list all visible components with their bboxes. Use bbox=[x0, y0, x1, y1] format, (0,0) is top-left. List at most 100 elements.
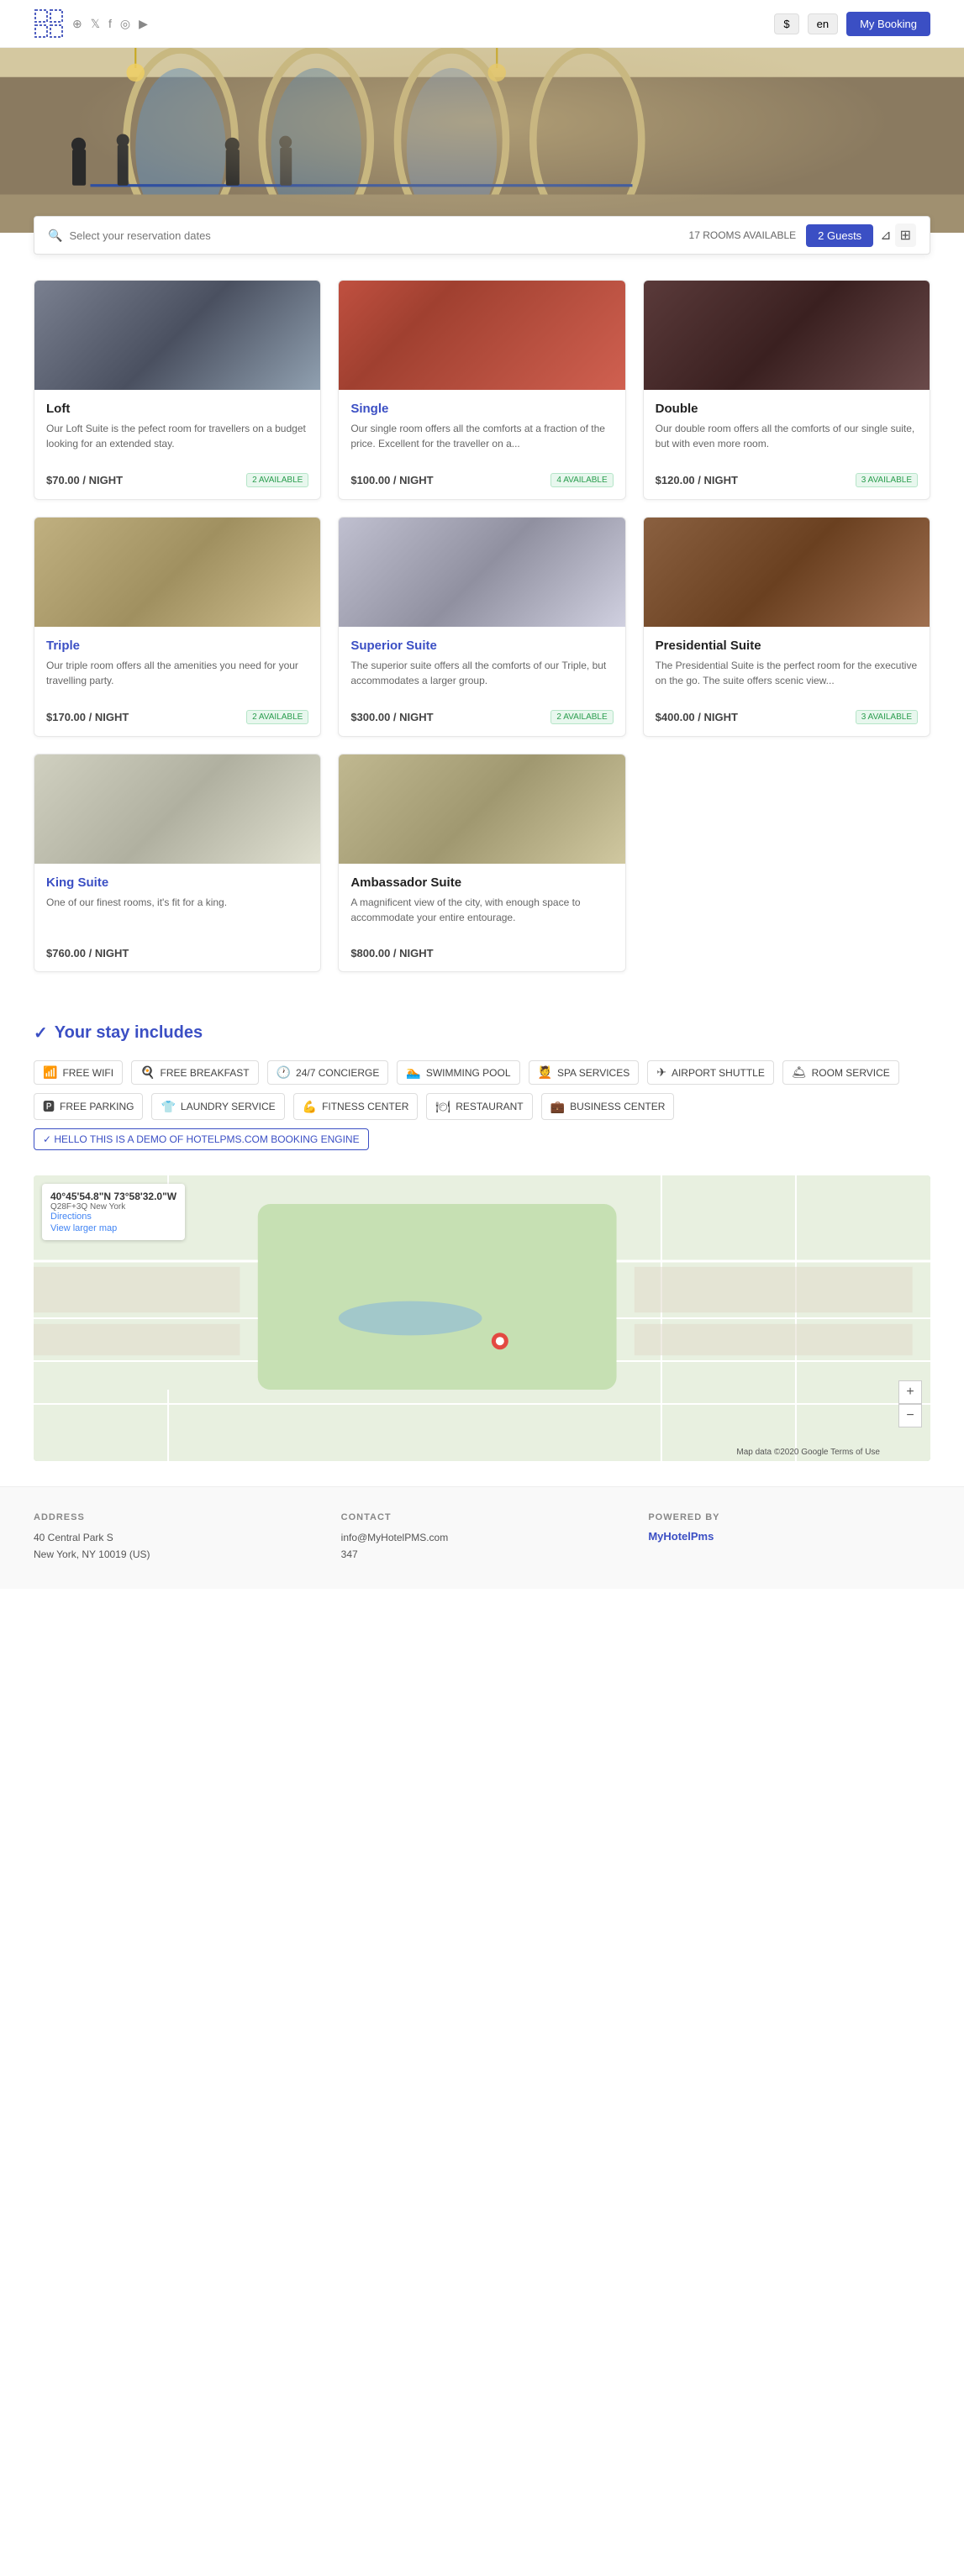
room-price-ambassador: $800.00 / NIGHT bbox=[350, 947, 433, 959]
grid-view-icon[interactable]: ⊞ bbox=[895, 223, 916, 247]
amenity-icon: 💼 bbox=[550, 1100, 565, 1114]
room-price-loft: $70.00 / NIGHT bbox=[46, 474, 123, 486]
room-footer-presidential: $400.00 / NIGHT3 AVAILABLE bbox=[656, 710, 918, 724]
amenity-tag-room-service: 🛎ROOM SERVICE bbox=[782, 1060, 899, 1085]
map-zoom-out[interactable]: − bbox=[898, 1404, 922, 1427]
map-directions-link[interactable]: Directions bbox=[50, 1212, 92, 1222]
rooms-available-count: 17 ROOMS AVAILABLE bbox=[689, 229, 797, 241]
room-card-king: King SuiteOne of our finest rooms, it's … bbox=[34, 754, 321, 972]
room-price-king: $760.00 / NIGHT bbox=[46, 947, 129, 959]
room-image-loft bbox=[34, 281, 320, 390]
footer-powered: POWERED BY MyHotelPms bbox=[648, 1512, 930, 1564]
room-footer-ambassador: $800.00 / NIGHT bbox=[350, 947, 613, 959]
amenity-label: SWIMMING POOL bbox=[426, 1067, 511, 1079]
stay-includes-title: ✓ Your stay includes bbox=[34, 1023, 930, 1044]
checkmark-icon: ✓ bbox=[34, 1023, 48, 1044]
top-navigation: ⊕ 𝕏 f ◎ ▶ $ en My Booking bbox=[0, 0, 964, 48]
room-image-double bbox=[644, 281, 930, 390]
room-image-ambassador bbox=[339, 754, 624, 864]
room-desc-loft: Our Loft Suite is the pefect room for tr… bbox=[46, 421, 308, 463]
hero-image bbox=[0, 48, 964, 233]
amenity-tag-free-wifi: 📶 FREE WIFI bbox=[34, 1060, 123, 1085]
room-desc-single: Our single room offers all the comforts … bbox=[350, 421, 613, 463]
guests-button[interactable]: 2 Guests bbox=[806, 224, 873, 247]
social-icon-2[interactable]: 𝕏 bbox=[91, 17, 100, 31]
map-container: 40°45'54.8"N 73°58'32.0"W Q28F+3Q New Yo… bbox=[34, 1175, 930, 1461]
social-icon-1[interactable]: ⊕ bbox=[72, 17, 82, 31]
search-input-area[interactable]: 🔍 bbox=[48, 229, 689, 243]
amenity-label: FREE WIFI bbox=[62, 1067, 113, 1079]
amenity-label: FREE BREAKFAST bbox=[161, 1067, 250, 1079]
footer-contact-phone: 347 bbox=[341, 1546, 624, 1563]
map-coords: 40°45'54.8"N 73°58'32.0"W bbox=[50, 1191, 176, 1202]
amenity-tag-fitness-center: 💪FITNESS CENTER bbox=[293, 1093, 419, 1120]
room-card-ambassador: Ambassador SuiteA magnificent view of th… bbox=[338, 754, 625, 972]
footer-address-line2: New York, NY 10019 (US) bbox=[34, 1546, 316, 1563]
room-body-superior: Superior Suite The superior suite offers … bbox=[339, 627, 624, 736]
footer-address: ADDRESS 40 Central Park S New York, NY 1… bbox=[34, 1512, 316, 1564]
room-price-single: $100.00 / NIGHT bbox=[350, 474, 433, 486]
social-icon-3[interactable]: f bbox=[108, 17, 112, 30]
room-available-badge-presidential: 3 AVAILABLE bbox=[856, 710, 918, 724]
room-price-triple: $170.00 / NIGHT bbox=[46, 711, 129, 723]
footer: ADDRESS 40 Central Park S New York, NY 1… bbox=[0, 1486, 964, 1589]
rooms-section: LoftOur Loft Suite is the pefect room fo… bbox=[0, 255, 964, 997]
map-zoom-in[interactable]: + bbox=[898, 1380, 922, 1404]
filter-icon[interactable]: ⊿ bbox=[880, 227, 891, 244]
room-desc-triple: Our triple room offers all the amenities… bbox=[46, 658, 308, 700]
rooms-grid-last-row: King SuiteOne of our finest rooms, it's … bbox=[34, 754, 930, 972]
room-card-triple: Triple Our triple room offers all the ame… bbox=[34, 517, 321, 737]
room-available-badge-superior: 2 AVAILABLE bbox=[550, 710, 613, 724]
amenity-tag-business-center: 💼 BUSINESS CENTER bbox=[541, 1093, 675, 1120]
room-body-king: King SuiteOne of our finest rooms, it's … bbox=[34, 864, 320, 971]
footer-contact-email: info@MyHotelPMS.com bbox=[341, 1529, 624, 1546]
room-body-double: Double Our double room offers all the com… bbox=[644, 390, 930, 499]
room-footer-loft: $70.00 / NIGHT 2 AVAILABLE bbox=[46, 473, 308, 487]
amenity-icon: 👕 bbox=[161, 1100, 175, 1114]
room-desc-superior: The superior suite offers all the comfor… bbox=[350, 658, 613, 700]
currency-selector[interactable]: $ bbox=[774, 13, 798, 34]
amenity-label: SPA SERVICES bbox=[557, 1067, 629, 1079]
room-available-badge-double: 3 AVAILABLE bbox=[856, 473, 918, 487]
social-icon-5[interactable]: ▶ bbox=[139, 17, 148, 31]
amenity-label: AIRPORT SHUTTLE bbox=[672, 1067, 765, 1079]
room-body-loft: LoftOur Loft Suite is the pefect room fo… bbox=[34, 390, 320, 499]
room-desc-ambassador: A magnificent view of the city, with eno… bbox=[350, 895, 613, 937]
room-price-double: $120.00 / NIGHT bbox=[656, 474, 738, 486]
amenity-label: RESTAURANT bbox=[456, 1101, 523, 1112]
amenity-icon: 🛎 bbox=[792, 1065, 807, 1080]
room-title-double: Double bbox=[656, 402, 918, 416]
room-footer-king: $760.00 / NIGHT bbox=[46, 947, 308, 959]
amenity-icon: 💪 bbox=[303, 1100, 317, 1114]
amenity-icon: 🍽 bbox=[435, 1100, 450, 1114]
amenity-icon: 🍳 bbox=[140, 1065, 155, 1080]
amenity-tag-swimming-pool: 🏊SWIMMING POOL bbox=[397, 1060, 519, 1085]
map-section: 40°45'54.8"N 73°58'32.0"W Q28F+3Q New Yo… bbox=[0, 1175, 964, 1486]
room-desc-presidential: The Presidential Suite is the perfect ro… bbox=[656, 658, 918, 700]
footer-powered-link[interactable]: MyHotelPms bbox=[648, 1530, 714, 1543]
room-title-superior[interactable]: Superior Suite bbox=[350, 639, 613, 653]
amenity-icon: ✈ bbox=[656, 1065, 666, 1080]
room-title-king[interactable]: King Suite bbox=[46, 875, 308, 890]
date-search-input[interactable] bbox=[69, 229, 688, 242]
amenity-icon: 🅿 bbox=[43, 1098, 55, 1115]
amenity-tag-restaurant: 🍽 RESTAURANT bbox=[426, 1093, 532, 1120]
amenity-icon: 📶 bbox=[43, 1065, 57, 1080]
demo-info-tag: ✓ HELLO THIS IS A DEMO OF HOTELPMS.COM B… bbox=[34, 1128, 369, 1150]
amenity-label: BUSINESS CENTER bbox=[570, 1101, 665, 1112]
social-icon-4[interactable]: ◎ bbox=[120, 17, 130, 31]
my-booking-button[interactable]: My Booking bbox=[846, 12, 930, 36]
language-selector[interactable]: en bbox=[808, 13, 838, 34]
map-view-larger-link[interactable]: View larger map bbox=[50, 1223, 176, 1233]
room-title-triple[interactable]: Triple bbox=[46, 639, 308, 653]
room-desc-double: Our double room offers all the comforts … bbox=[656, 421, 918, 463]
room-card-loft: LoftOur Loft Suite is the pefect room fo… bbox=[34, 280, 321, 500]
room-available-badge-loft: 2 AVAILABLE bbox=[246, 473, 308, 487]
room-title-single[interactable]: Single bbox=[350, 402, 613, 416]
footer-address-line1: 40 Central Park S bbox=[34, 1529, 316, 1546]
room-footer-single: $100.00 / NIGHT4 AVAILABLE bbox=[350, 473, 613, 487]
map-info-box: 40°45'54.8"N 73°58'32.0"W Q28F+3Q New Yo… bbox=[42, 1184, 185, 1240]
search-icon: 🔍 bbox=[48, 229, 62, 243]
amenity-tag-free-breakfast: 🍳 FREE BREAKFAST bbox=[131, 1060, 258, 1085]
amenity-label: 24/7 CONCIERGE bbox=[296, 1067, 379, 1079]
